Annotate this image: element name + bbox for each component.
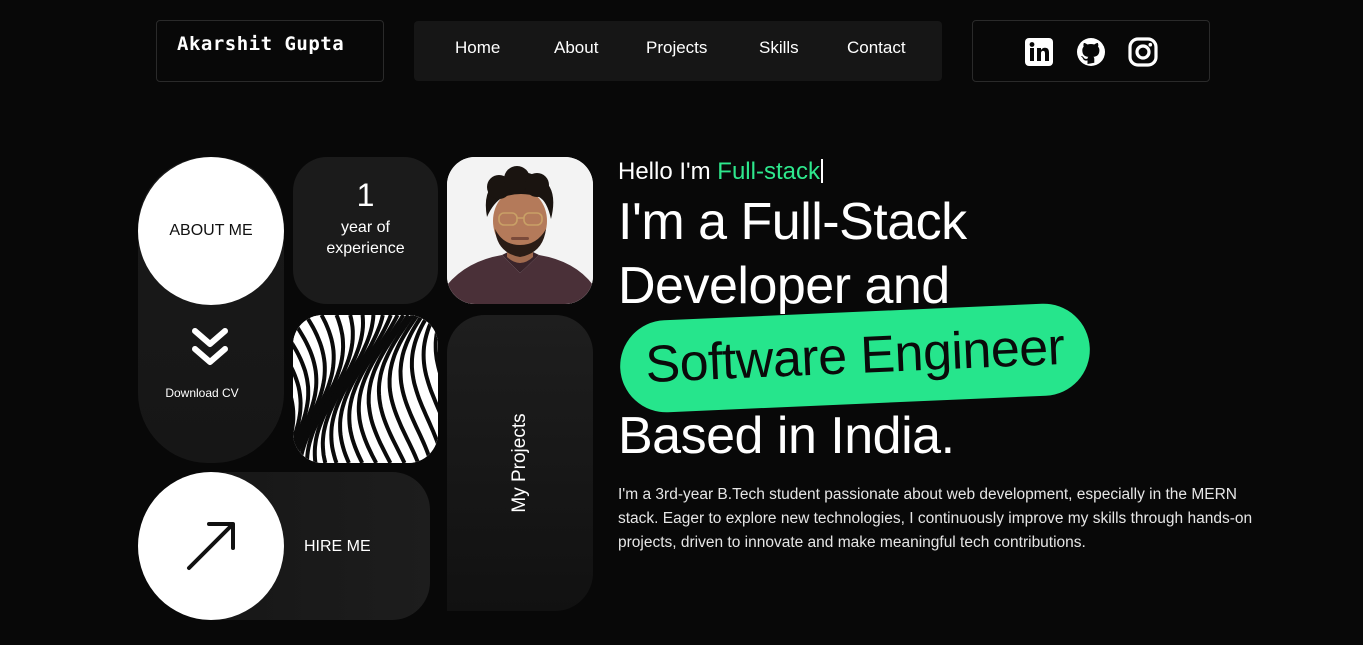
hire-me-circle (138, 472, 284, 620)
headline-line2: Developer and (618, 257, 950, 315)
avatar (447, 157, 593, 304)
logo-box[interactable]: Akarshit Gupta (156, 20, 384, 82)
my-projects-label: My Projects (509, 413, 530, 513)
experience-label-line1: year of (341, 219, 390, 236)
wave-pattern-graphic (293, 315, 438, 463)
headline-highlight: Software Engineer (644, 317, 1066, 395)
my-projects-tile[interactable]: My Projects (447, 315, 593, 611)
typing-caret (820, 159, 823, 183)
nav-contact[interactable]: Contact (847, 38, 906, 58)
logo-text: Akarshit Gupta (177, 33, 345, 55)
hire-me-button[interactable]: HIRE ME (138, 472, 430, 620)
headline-line4: Based in India. (618, 407, 955, 465)
typing-greeting: Hello I'm Full-stack (618, 158, 823, 186)
headline-line1: I'm a Full-Stack (618, 193, 967, 251)
github-icon[interactable] (1076, 37, 1106, 67)
arrow-up-right-icon (187, 522, 235, 570)
double-chevron-down-icon[interactable] (190, 325, 230, 369)
about-me-label: ABOUT ME (169, 222, 253, 239)
linkedin-icon[interactable] (1024, 37, 1054, 67)
hire-me-label: HIRE ME (304, 538, 371, 555)
nav-projects[interactable]: Projects (646, 38, 707, 58)
main-nav: Home About Projects Skills Contact (414, 21, 942, 81)
social-links (972, 20, 1210, 82)
experience-tile: 1 year of experience (293, 157, 438, 304)
nav-skills[interactable]: Skills (759, 38, 799, 58)
experience-label-line2: experience (326, 240, 405, 257)
intro-description: I'm a 3rd-year B.Tech student passionate… (618, 486, 1253, 551)
greeting-prefix: Hello I'm (618, 158, 711, 185)
experience-number: 1 (356, 177, 375, 213)
profile-photo (447, 157, 593, 304)
wave-pattern-tile (293, 315, 438, 463)
about-download-tile: ABOUT ME Download CV (138, 157, 284, 463)
download-cv-link[interactable]: Download CV (138, 386, 266, 400)
nav-home[interactable]: Home (455, 38, 500, 58)
greeting-role: Full-stack (717, 158, 820, 185)
highlight-pill: Software Engineer (618, 301, 1092, 415)
instagram-icon[interactable] (1128, 37, 1158, 67)
nav-about[interactable]: About (554, 38, 598, 58)
about-me-button[interactable]: ABOUT ME (138, 157, 284, 305)
